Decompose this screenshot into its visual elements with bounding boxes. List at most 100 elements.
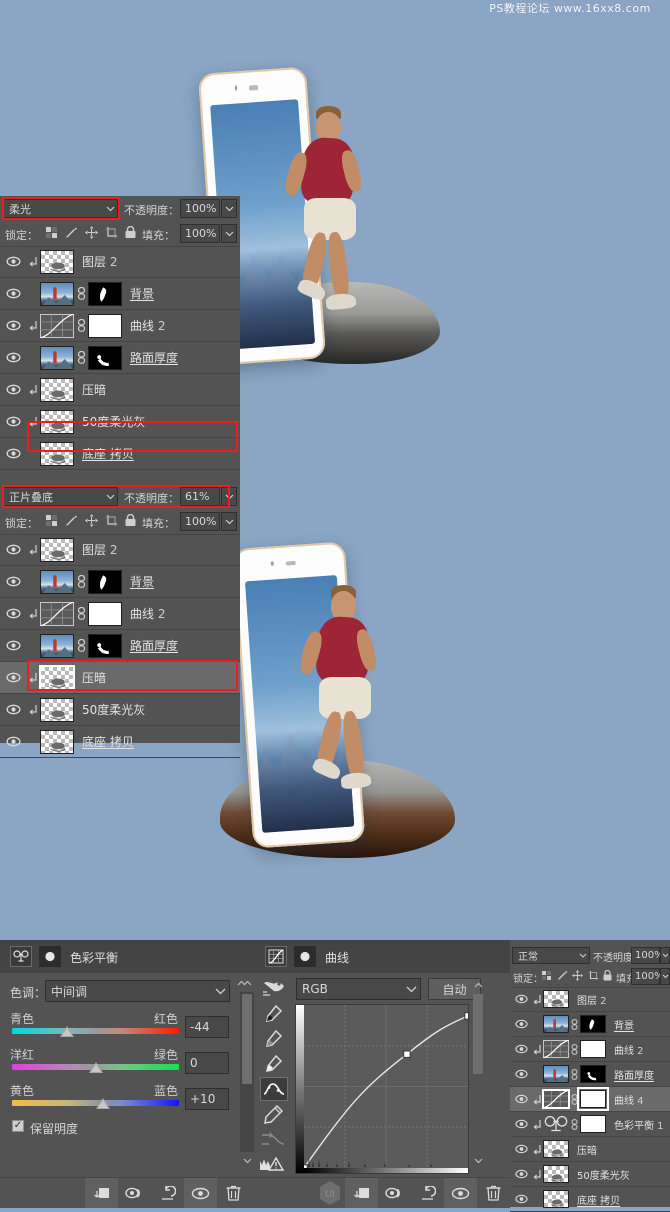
layer-thumbnail[interactable] bbox=[543, 1115, 569, 1133]
layer-thumbnail[interactable] bbox=[40, 537, 74, 562]
layer-row[interactable]: 路面厚度 bbox=[0, 342, 240, 374]
layer-name[interactable]: 背景 bbox=[606, 1017, 634, 1032]
lock-position-icon[interactable] bbox=[85, 226, 98, 242]
layer-thumbnail[interactable] bbox=[40, 377, 74, 402]
link-layers-toggle[interactable] bbox=[569, 1118, 580, 1130]
layer-list-right[interactable]: 图层 2 背景 曲线 2 路面厚度 曲线 4 色彩平衡 1 压暗 50度柔光灰 … bbox=[510, 987, 670, 1212]
cb-scrollbar-thumb[interactable] bbox=[242, 994, 252, 1084]
lock-all-icon[interactable] bbox=[603, 969, 612, 984]
layer-visibility-toggle[interactable] bbox=[510, 1144, 532, 1154]
layer-row[interactable]: 压暗 bbox=[510, 1137, 670, 1162]
layer-mask-thumbnail-slot[interactable] bbox=[88, 569, 122, 594]
layer-name[interactable]: 50度柔光灰 bbox=[74, 413, 145, 430]
lock-transparent-pixels-icon[interactable] bbox=[542, 971, 552, 984]
link-layers-toggle[interactable] bbox=[569, 1018, 580, 1030]
layer-thumbnail[interactable] bbox=[40, 729, 74, 754]
lock-position-icon[interactable] bbox=[572, 970, 583, 984]
pencil-tool-icon[interactable] bbox=[263, 1104, 284, 1128]
color-balance-adjustment-icon[interactable] bbox=[10, 946, 32, 967]
lock-image-pixels-icon[interactable] bbox=[65, 514, 78, 530]
layer-mask-thumbnail-slot[interactable] bbox=[580, 1015, 606, 1033]
clip-to-layer-button[interactable] bbox=[345, 1178, 378, 1208]
reset-button[interactable] bbox=[411, 1178, 444, 1208]
preserve-luminosity-checkbox[interactable]: ✓ bbox=[12, 1120, 24, 1132]
opacity-stepper-mid[interactable] bbox=[221, 487, 237, 506]
cb-scroll-down-button[interactable] bbox=[240, 1154, 254, 1168]
layer-mask-thumbnail-slot[interactable] bbox=[88, 633, 122, 658]
layer-visibility-toggle[interactable] bbox=[510, 1019, 532, 1029]
layer-mask-thumbnail-slot[interactable] bbox=[580, 1040, 606, 1058]
toggle-visibility-button[interactable] bbox=[184, 1178, 217, 1208]
fill-stepper-mid[interactable] bbox=[221, 512, 237, 531]
layer-visibility-toggle[interactable] bbox=[510, 1169, 532, 1179]
curves-tool-column[interactable] bbox=[257, 976, 291, 1176]
layer-name[interactable]: 背景 bbox=[122, 573, 154, 590]
lock-transparent-pixels-icon[interactable] bbox=[46, 515, 58, 530]
layer-row[interactable]: 路面厚度 bbox=[0, 630, 240, 662]
fill-input-top[interactable]: 100% bbox=[180, 224, 220, 243]
layer-thumbnail[interactable] bbox=[40, 601, 74, 626]
curves-adjustment-icon[interactable] bbox=[265, 946, 287, 967]
color-balance-slider-group[interactable]: 洋红 绿色 0 bbox=[0, 1046, 255, 1082]
layer-row[interactable]: 背景 bbox=[0, 566, 240, 598]
layer-thumbnail[interactable] bbox=[543, 1190, 569, 1208]
layer-visibility-toggle[interactable] bbox=[0, 448, 26, 459]
color-balance-slider-group[interactable]: 青色 红色 -44 bbox=[0, 1010, 255, 1046]
layer-name[interactable]: 曲线 2 bbox=[606, 1042, 644, 1057]
layer-row[interactable]: 50度柔光灰 bbox=[0, 406, 240, 438]
view-previous-state-button[interactable] bbox=[118, 1178, 151, 1208]
lock-all-icon[interactable] bbox=[125, 513, 136, 530]
layer-row[interactable]: 色彩平衡 1 bbox=[510, 1112, 670, 1137]
reset-button[interactable] bbox=[151, 1178, 184, 1208]
view-previous-state-button[interactable] bbox=[378, 1178, 411, 1208]
layer-name[interactable]: 曲线 2 bbox=[122, 605, 165, 622]
link-layers-toggle[interactable] bbox=[74, 607, 88, 620]
layer-mask-icon[interactable] bbox=[39, 946, 61, 967]
layer-visibility-toggle[interactable] bbox=[0, 544, 26, 555]
link-layers-toggle[interactable] bbox=[74, 575, 88, 588]
color-balance-sliders[interactable]: 青色 红色 -44 洋红 绿色 0 黄色 蓝色 +10 bbox=[0, 1010, 255, 1115]
layer-name[interactable]: 曲线 4 bbox=[606, 1092, 644, 1107]
layer-list-mid[interactable]: 图层 2 背景 曲线 2 路面厚度 压暗 50度柔光灰 底座 拷贝 bbox=[0, 534, 240, 758]
blend-mode-select-mid[interactable]: 正片叠底 bbox=[3, 487, 118, 506]
layer-row[interactable]: 50度柔光灰 bbox=[510, 1162, 670, 1187]
layer-name[interactable]: 底座 拷贝 bbox=[74, 445, 134, 462]
fill-stepper-right[interactable] bbox=[660, 968, 670, 985]
layer-thumbnail[interactable] bbox=[40, 409, 74, 434]
layer-name[interactable]: 曲线 2 bbox=[122, 317, 165, 334]
layer-name[interactable]: 50度柔光灰 bbox=[569, 1167, 630, 1182]
curves-graph[interactable] bbox=[295, 1004, 469, 1174]
slider-track[interactable] bbox=[12, 1028, 179, 1034]
lock-position-icon[interactable] bbox=[85, 514, 98, 530]
curves-scrollbar-thumb[interactable] bbox=[473, 994, 483, 1074]
link-layers-toggle[interactable] bbox=[74, 319, 88, 332]
blend-mode-select-right[interactable]: 正常 bbox=[512, 947, 590, 964]
layer-row[interactable]: 曲线 2 bbox=[510, 1037, 670, 1062]
opacity-stepper-right[interactable] bbox=[660, 947, 670, 964]
layer-name[interactable]: 压暗 bbox=[74, 381, 106, 398]
lock-image-pixels-icon[interactable] bbox=[65, 226, 78, 242]
layer-thumbnail[interactable] bbox=[543, 1015, 569, 1033]
layer-visibility-toggle[interactable] bbox=[0, 672, 26, 683]
opacity-stepper-top[interactable] bbox=[221, 199, 237, 218]
layer-visibility-toggle[interactable] bbox=[0, 640, 26, 651]
channel-select[interactable]: RGB bbox=[296, 978, 421, 1000]
layer-mask-thumbnail-slot[interactable] bbox=[88, 601, 122, 626]
clipping-warning-icon[interactable] bbox=[260, 1156, 286, 1175]
layer-visibility-toggle[interactable] bbox=[0, 352, 26, 363]
layer-row[interactable]: 曲线 2 bbox=[0, 598, 240, 630]
layer-mask-thumbnail-slot[interactable] bbox=[580, 1065, 606, 1083]
layer-row[interactable]: 曲线 2 bbox=[0, 310, 240, 342]
fill-stepper-top[interactable] bbox=[221, 224, 237, 243]
layer-row[interactable]: 底座 拷贝 bbox=[0, 438, 240, 470]
layer-row[interactable]: 背景 bbox=[510, 1012, 670, 1037]
layer-thumbnail[interactable] bbox=[40, 313, 74, 338]
lock-artboard-nesting-icon[interactable] bbox=[588, 970, 599, 984]
layer-name[interactable]: 底座 拷贝 bbox=[74, 733, 134, 750]
layer-mask-thumbnail-slot[interactable] bbox=[88, 345, 122, 370]
layer-visibility-toggle[interactable] bbox=[0, 704, 26, 715]
layer-visibility-toggle[interactable] bbox=[0, 736, 26, 747]
layer-thumbnail[interactable] bbox=[543, 990, 569, 1008]
layer-visibility-toggle[interactable] bbox=[0, 576, 26, 587]
layer-thumbnail[interactable] bbox=[543, 1040, 569, 1058]
